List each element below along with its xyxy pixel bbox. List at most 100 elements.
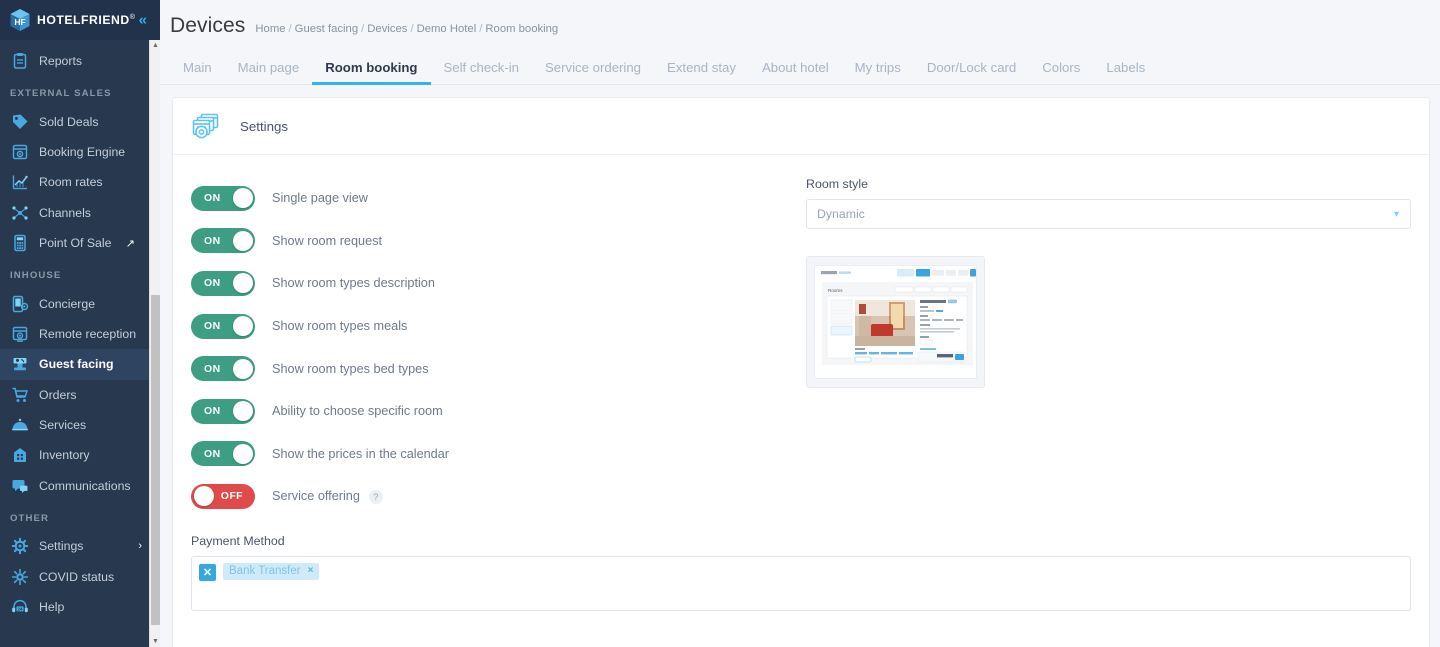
tab-main[interactable]: Main — [170, 60, 225, 84]
sidebar-item-inventory[interactable]: Inventory — [0, 440, 160, 470]
payment-method-field[interactable]: ✕ Bank Transfer × — [191, 555, 1411, 611]
sidebar-item-label: Help — [39, 600, 65, 615]
sidebar-item-guest-facing[interactable]: Guest facing — [0, 349, 160, 380]
sidebar-item-covid-status[interactable]: COVID status — [0, 561, 160, 591]
sidebar-item-channels[interactable]: Channels — [0, 198, 160, 228]
external-link-icon[interactable]: ↗ — [126, 237, 135, 250]
toggle-show-room-types-description[interactable]: ON — [191, 270, 255, 296]
breadcrumb-item[interactable]: Devices — [367, 23, 407, 35]
tab-colors[interactable]: Colors — [1029, 60, 1093, 84]
tab-about-hotel[interactable]: About hotel — [749, 60, 842, 84]
sidebar-item-sold-deals[interactable]: Sold Deals — [0, 106, 160, 136]
toggle-ability-to-choose-specific-room[interactable]: ON — [191, 398, 255, 424]
scroll-up-arrow-icon[interactable]: ▲ — [150, 40, 160, 51]
toggle-show-room-types-bed-types[interactable]: ON — [191, 356, 255, 382]
tab-bar: Main Main page Room booking Self check-in Se… — [160, 52, 1440, 85]
sidebar-scroll-region: Reports EXTERNAL SALES Sold Deals Booking E… — [0, 40, 160, 647]
toggle-state-label: ON — [204, 320, 221, 333]
breadcrumb-item[interactable]: Guest facing — [295, 23, 358, 35]
sidebar-item-services[interactable]: Services — [0, 410, 160, 440]
tab-my-trips[interactable]: My trips — [842, 60, 914, 84]
payment-method-section: Payment Method ✕ Bank Transfer × — [173, 518, 1429, 611]
phone-gear-icon — [10, 294, 29, 313]
payment-method-chip-list: Bank Transfer × — [216, 562, 320, 580]
sidebar-item-label: Reports — [39, 54, 83, 69]
tab-room-booking[interactable]: Room booking — [312, 60, 431, 85]
sidebar-item-label: Communications — [39, 478, 131, 493]
setting-row: ON Single page view — [191, 177, 791, 220]
toggle-knob — [232, 316, 253, 337]
toggle-state-label: ON — [204, 192, 221, 205]
guest-podium-icon — [10, 355, 29, 374]
settings-card-body: ON Single page view ON Show room request ON S… — [173, 155, 1429, 518]
help-question-icon[interactable]: ? — [368, 489, 383, 504]
tab-main-page[interactable]: Main page — [225, 60, 313, 84]
monitor-gear-icon — [10, 324, 29, 343]
toggle-service-offering[interactable]: OFF — [191, 483, 255, 509]
breadcrumb-item[interactable]: Demo Hotel — [417, 23, 477, 35]
settings-windows-gear-icon — [191, 111, 221, 141]
sidebar-item-orders[interactable]: Orders — [0, 380, 160, 410]
headset-24-icon: 24 — [10, 598, 29, 617]
cloche-dome-icon — [10, 416, 29, 435]
sidebar-item-reports[interactable]: Reports — [0, 46, 160, 76]
chevron-double-left-icon[interactable]: « — [139, 13, 147, 28]
toggle-state-label: ON — [204, 447, 221, 460]
tab-door-lock-card[interactable]: Door/Lock card — [914, 60, 1029, 84]
breadcrumb-item[interactable]: Home — [255, 23, 285, 35]
toggle-knob — [193, 486, 214, 507]
tab-service-ordering[interactable]: Service ordering — [532, 60, 654, 84]
chip-remove-x-icon[interactable]: × — [308, 565, 314, 576]
room-style-preview[interactable]: Rooms — [806, 256, 985, 388]
sidebar-item-label: Remote reception — [39, 326, 137, 341]
toggle-knob — [232, 188, 253, 209]
setting-row: ON Show the prices in the calendar — [191, 433, 791, 476]
sidebar-item-label: COVID status — [39, 569, 115, 584]
sidebar-item-label: Guest facing — [39, 357, 114, 372]
sidebar-item-label: Sold Deals — [39, 114, 99, 129]
setting-row: ON Show room types description — [191, 262, 791, 305]
room-style-select[interactable]: Dynamic ▾ — [806, 199, 1411, 229]
clear-all-x-icon[interactable]: ✕ — [199, 563, 216, 581]
setting-label: Show the prices in the calendar — [272, 446, 450, 461]
room-style-label: Room style — [806, 177, 868, 191]
svg-text:Rooms: Rooms — [828, 288, 843, 293]
toggle-show-the-prices-in-the-calendar[interactable]: ON — [191, 441, 255, 467]
breadcrumb-separator: / — [479, 23, 483, 35]
toggle-show-room-types-meals[interactable]: ON — [191, 313, 255, 339]
sidebar-item-help[interactable]: 24 Help — [0, 592, 160, 622]
settings-card-title: Settings — [240, 118, 289, 134]
toggle-state-label: ON — [204, 362, 221, 375]
calculator-icon — [10, 234, 29, 253]
scroll-down-arrow-icon[interactable]: ▼ — [150, 636, 160, 647]
sidebar-item-settings[interactable]: Settings › — [0, 531, 160, 561]
sidebar-scrollbar[interactable]: ▲ ▼ — [149, 40, 160, 647]
tag-icon — [10, 112, 29, 131]
sidebar-item-remote-reception[interactable]: Remote reception — [0, 319, 160, 349]
scrollbar-thumb[interactable] — [151, 295, 160, 625]
sidebar-item-label: Settings — [39, 539, 84, 554]
sidebar: HF HOTELFRIEND® « Reports EXTERNAL SALES S… — [0, 0, 160, 647]
gear-icon — [10, 537, 29, 556]
sidebar-group-external-sales: EXTERNAL SALES — [10, 88, 112, 100]
room-style-panel: Room style Dynamic ▾ Rooms — [791, 177, 1411, 518]
sidebar-item-room-rates[interactable]: Room rates — [0, 167, 160, 197]
room-style-value: Dynamic — [817, 207, 865, 221]
tab-self-check-in[interactable]: Self check-in — [431, 60, 533, 84]
sidebar-item-booking-engine[interactable]: Booking Engine — [0, 137, 160, 167]
toggle-knob — [232, 443, 253, 464]
setting-label: Single page view — [272, 191, 368, 206]
window-gear-icon — [10, 142, 29, 161]
sidebar-item-communications[interactable]: Communications — [0, 471, 160, 501]
sidebar-item-point-of-sale[interactable]: Point Of Sale ↗ — [0, 228, 160, 258]
sidebar-item-concierge[interactable]: Concierge — [0, 288, 160, 318]
tab-labels[interactable]: Labels — [1093, 60, 1158, 84]
toggle-single-page-view[interactable]: ON — [191, 185, 255, 211]
toggle-show-room-request[interactable]: ON — [191, 228, 255, 254]
sidebar-group-other: OTHER — [10, 513, 50, 525]
payment-method-chip[interactable]: Bank Transfer × — [223, 562, 320, 580]
chip-label: Bank Transfer — [229, 564, 301, 577]
chart-line-icon — [10, 173, 29, 192]
main-content: Devices Home / Guest facing / Devices / Demo H… — [160, 0, 1440, 647]
tab-extend-stay[interactable]: Extend stay — [654, 60, 749, 84]
